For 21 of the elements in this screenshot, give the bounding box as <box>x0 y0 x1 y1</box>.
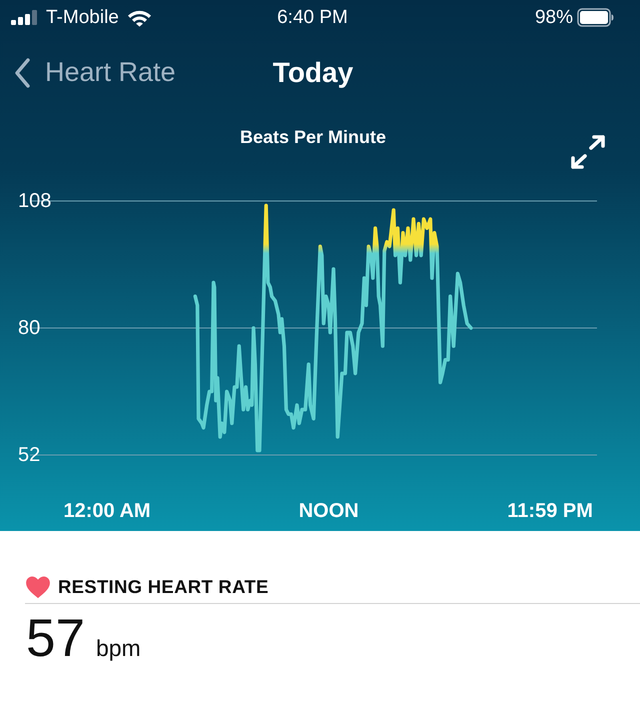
screen-title: Today <box>272 56 354 88</box>
unit-label: bpm <box>96 635 141 662</box>
wifi-icon <box>126 8 152 26</box>
expand-icon[interactable] <box>570 135 606 169</box>
chevron-left-icon <box>14 58 31 88</box>
x-axis-label: NOON <box>298 500 359 522</box>
y-axis-label: 80 <box>18 317 40 339</box>
carrier-name: T-Mobile <box>46 6 119 28</box>
resting-rate-value: 57 <box>26 612 85 665</box>
battery-icon <box>577 8 614 27</box>
status-time: 6:40 PM <box>277 6 348 28</box>
battery-percent: 98% <box>534 6 573 28</box>
x-axis-label: 12:00 AM <box>64 500 151 522</box>
x-axis-label: 11:59 PM <box>507 500 593 522</box>
chart-title: Beats Per Minute <box>240 126 386 148</box>
y-axis-label: 52 <box>18 444 40 466</box>
section-heading: RESTING HEART RATE <box>58 576 269 598</box>
heart-icon <box>25 575 51 599</box>
back-button[interactable]: Heart Rate <box>14 57 176 88</box>
signal-icon <box>11 10 38 25</box>
y-axis-label: 108 <box>18 190 52 212</box>
